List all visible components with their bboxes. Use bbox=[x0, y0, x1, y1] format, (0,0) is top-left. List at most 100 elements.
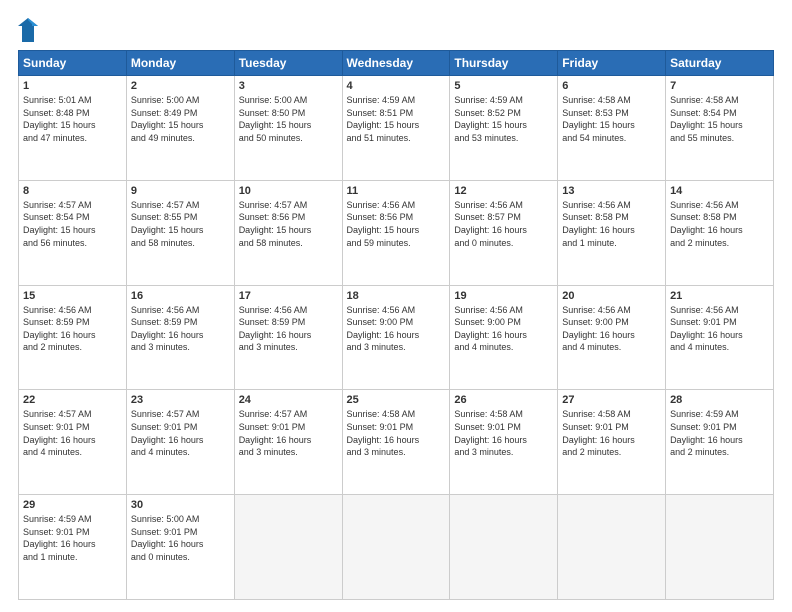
day-info: Sunrise: 4:58 AM Sunset: 9:01 PM Dayligh… bbox=[562, 408, 661, 458]
day-number: 16 bbox=[131, 290, 230, 302]
day-number: 17 bbox=[239, 290, 338, 302]
day-info: Sunrise: 4:56 AM Sunset: 8:58 PM Dayligh… bbox=[670, 199, 769, 249]
header-cell-friday: Friday bbox=[558, 51, 666, 76]
calendar-cell bbox=[342, 495, 450, 600]
calendar-cell: 13 Sunrise: 4:56 AM Sunset: 8:58 PM Dayli… bbox=[558, 180, 666, 285]
day-number: 26 bbox=[454, 394, 553, 406]
calendar-cell: 4 Sunrise: 4:59 AM Sunset: 8:51 PM Daylig… bbox=[342, 76, 450, 181]
header-cell-thursday: Thursday bbox=[450, 51, 558, 76]
calendar-cell: 23 Sunrise: 4:57 AM Sunset: 9:01 PM Dayli… bbox=[126, 390, 234, 495]
day-number: 23 bbox=[131, 394, 230, 406]
day-number: 7 bbox=[670, 80, 769, 92]
header-row: SundayMondayTuesdayWednesdayThursdayFrid… bbox=[19, 51, 774, 76]
day-info: Sunrise: 4:58 AM Sunset: 9:01 PM Dayligh… bbox=[347, 408, 446, 458]
calendar-cell bbox=[666, 495, 774, 600]
calendar-cell: 30 Sunrise: 5:00 AM Sunset: 9:01 PM Dayli… bbox=[126, 495, 234, 600]
calendar-cell: 15 Sunrise: 4:56 AM Sunset: 8:59 PM Dayli… bbox=[19, 285, 127, 390]
day-info: Sunrise: 4:58 AM Sunset: 9:01 PM Dayligh… bbox=[454, 408, 553, 458]
day-info: Sunrise: 4:56 AM Sunset: 9:01 PM Dayligh… bbox=[670, 304, 769, 354]
calendar-cell: 19 Sunrise: 4:56 AM Sunset: 9:00 PM Dayli… bbox=[450, 285, 558, 390]
day-number: 1 bbox=[23, 80, 122, 92]
calendar-cell: 7 Sunrise: 4:58 AM Sunset: 8:54 PM Daylig… bbox=[666, 76, 774, 181]
calendar-body: 1 Sunrise: 5:01 AM Sunset: 8:48 PM Daylig… bbox=[19, 76, 774, 600]
header bbox=[18, 18, 774, 42]
day-number: 29 bbox=[23, 499, 122, 511]
calendar-cell: 24 Sunrise: 4:57 AM Sunset: 9:01 PM Dayli… bbox=[234, 390, 342, 495]
calendar-cell: 28 Sunrise: 4:59 AM Sunset: 9:01 PM Dayli… bbox=[666, 390, 774, 495]
day-number: 11 bbox=[347, 185, 446, 197]
day-info: Sunrise: 4:56 AM Sunset: 8:59 PM Dayligh… bbox=[23, 304, 122, 354]
day-number: 30 bbox=[131, 499, 230, 511]
page: SundayMondayTuesdayWednesdayThursdayFrid… bbox=[0, 0, 792, 612]
day-number: 6 bbox=[562, 80, 661, 92]
day-info: Sunrise: 4:58 AM Sunset: 8:54 PM Dayligh… bbox=[670, 94, 769, 144]
calendar-week-3: 15 Sunrise: 4:56 AM Sunset: 8:59 PM Dayli… bbox=[19, 285, 774, 390]
day-info: Sunrise: 4:59 AM Sunset: 9:01 PM Dayligh… bbox=[670, 408, 769, 458]
calendar-cell: 21 Sunrise: 4:56 AM Sunset: 9:01 PM Dayli… bbox=[666, 285, 774, 390]
day-number: 28 bbox=[670, 394, 769, 406]
day-info: Sunrise: 5:00 AM Sunset: 8:49 PM Dayligh… bbox=[131, 94, 230, 144]
calendar-cell bbox=[558, 495, 666, 600]
day-info: Sunrise: 4:56 AM Sunset: 8:59 PM Dayligh… bbox=[239, 304, 338, 354]
day-number: 13 bbox=[562, 185, 661, 197]
day-info: Sunrise: 4:56 AM Sunset: 8:58 PM Dayligh… bbox=[562, 199, 661, 249]
day-info: Sunrise: 4:57 AM Sunset: 8:54 PM Dayligh… bbox=[23, 199, 122, 249]
day-number: 4 bbox=[347, 80, 446, 92]
day-info: Sunrise: 4:58 AM Sunset: 8:53 PM Dayligh… bbox=[562, 94, 661, 144]
calendar-cell: 11 Sunrise: 4:56 AM Sunset: 8:56 PM Dayli… bbox=[342, 180, 450, 285]
day-info: Sunrise: 5:00 AM Sunset: 9:01 PM Dayligh… bbox=[131, 513, 230, 563]
day-info: Sunrise: 4:56 AM Sunset: 9:00 PM Dayligh… bbox=[347, 304, 446, 354]
day-number: 9 bbox=[131, 185, 230, 197]
calendar-cell: 1 Sunrise: 5:01 AM Sunset: 8:48 PM Daylig… bbox=[19, 76, 127, 181]
calendar-cell: 27 Sunrise: 4:58 AM Sunset: 9:01 PM Dayli… bbox=[558, 390, 666, 495]
day-number: 18 bbox=[347, 290, 446, 302]
day-info: Sunrise: 4:57 AM Sunset: 9:01 PM Dayligh… bbox=[131, 408, 230, 458]
header-cell-tuesday: Tuesday bbox=[234, 51, 342, 76]
day-number: 25 bbox=[347, 394, 446, 406]
calendar-cell: 22 Sunrise: 4:57 AM Sunset: 9:01 PM Dayli… bbox=[19, 390, 127, 495]
day-info: Sunrise: 4:59 AM Sunset: 9:01 PM Dayligh… bbox=[23, 513, 122, 563]
day-number: 2 bbox=[131, 80, 230, 92]
calendar-week-1: 1 Sunrise: 5:01 AM Sunset: 8:48 PM Daylig… bbox=[19, 76, 774, 181]
day-info: Sunrise: 4:59 AM Sunset: 8:52 PM Dayligh… bbox=[454, 94, 553, 144]
logo bbox=[18, 18, 40, 42]
day-number: 15 bbox=[23, 290, 122, 302]
calendar-cell: 5 Sunrise: 4:59 AM Sunset: 8:52 PM Daylig… bbox=[450, 76, 558, 181]
calendar-cell: 18 Sunrise: 4:56 AM Sunset: 9:00 PM Dayli… bbox=[342, 285, 450, 390]
day-info: Sunrise: 4:56 AM Sunset: 9:00 PM Dayligh… bbox=[454, 304, 553, 354]
day-info: Sunrise: 4:56 AM Sunset: 8:57 PM Dayligh… bbox=[454, 199, 553, 249]
calendar-cell: 8Sunrise: 4:57 AM Sunset: 8:54 PM Daylig… bbox=[19, 180, 127, 285]
calendar-table: SundayMondayTuesdayWednesdayThursdayFrid… bbox=[18, 50, 774, 600]
header-cell-sunday: Sunday bbox=[19, 51, 127, 76]
day-info: Sunrise: 4:56 AM Sunset: 8:56 PM Dayligh… bbox=[347, 199, 446, 249]
day-number: 27 bbox=[562, 394, 661, 406]
calendar-cell: 29 Sunrise: 4:59 AM Sunset: 9:01 PM Dayli… bbox=[19, 495, 127, 600]
calendar-cell: 12Sunrise: 4:56 AM Sunset: 8:57 PM Dayli… bbox=[450, 180, 558, 285]
calendar-cell: 10Sunrise: 4:57 AM Sunset: 8:56 PM Dayli… bbox=[234, 180, 342, 285]
day-number: 3 bbox=[239, 80, 338, 92]
day-number: 10 bbox=[239, 185, 338, 197]
day-number: 5 bbox=[454, 80, 553, 92]
calendar-cell: 9Sunrise: 4:57 AM Sunset: 8:55 PM Daylig… bbox=[126, 180, 234, 285]
day-number: 22 bbox=[23, 394, 122, 406]
day-info: Sunrise: 5:01 AM Sunset: 8:48 PM Dayligh… bbox=[23, 94, 122, 144]
day-info: Sunrise: 4:59 AM Sunset: 8:51 PM Dayligh… bbox=[347, 94, 446, 144]
day-number: 21 bbox=[670, 290, 769, 302]
calendar-cell: 17 Sunrise: 4:56 AM Sunset: 8:59 PM Dayli… bbox=[234, 285, 342, 390]
day-info: Sunrise: 4:56 AM Sunset: 9:00 PM Dayligh… bbox=[562, 304, 661, 354]
calendar-week-4: 22 Sunrise: 4:57 AM Sunset: 9:01 PM Dayli… bbox=[19, 390, 774, 495]
day-number: 19 bbox=[454, 290, 553, 302]
calendar-cell: 20 Sunrise: 4:56 AM Sunset: 9:00 PM Dayli… bbox=[558, 285, 666, 390]
day-number: 20 bbox=[562, 290, 661, 302]
calendar-cell: 6 Sunrise: 4:58 AM Sunset: 8:53 PM Daylig… bbox=[558, 76, 666, 181]
header-cell-saturday: Saturday bbox=[666, 51, 774, 76]
calendar-cell: 3Sunrise: 5:00 AM Sunset: 8:50 PM Daylig… bbox=[234, 76, 342, 181]
calendar-cell: 16 Sunrise: 4:56 AM Sunset: 8:59 PM Dayli… bbox=[126, 285, 234, 390]
day-info: Sunrise: 4:56 AM Sunset: 8:59 PM Dayligh… bbox=[131, 304, 230, 354]
day-info: Sunrise: 4:57 AM Sunset: 9:01 PM Dayligh… bbox=[23, 408, 122, 458]
header-cell-monday: Monday bbox=[126, 51, 234, 76]
calendar-cell bbox=[450, 495, 558, 600]
day-info: Sunrise: 4:57 AM Sunset: 9:01 PM Dayligh… bbox=[239, 408, 338, 458]
day-number: 24 bbox=[239, 394, 338, 406]
calendar-cell: 25 Sunrise: 4:58 AM Sunset: 9:01 PM Dayli… bbox=[342, 390, 450, 495]
